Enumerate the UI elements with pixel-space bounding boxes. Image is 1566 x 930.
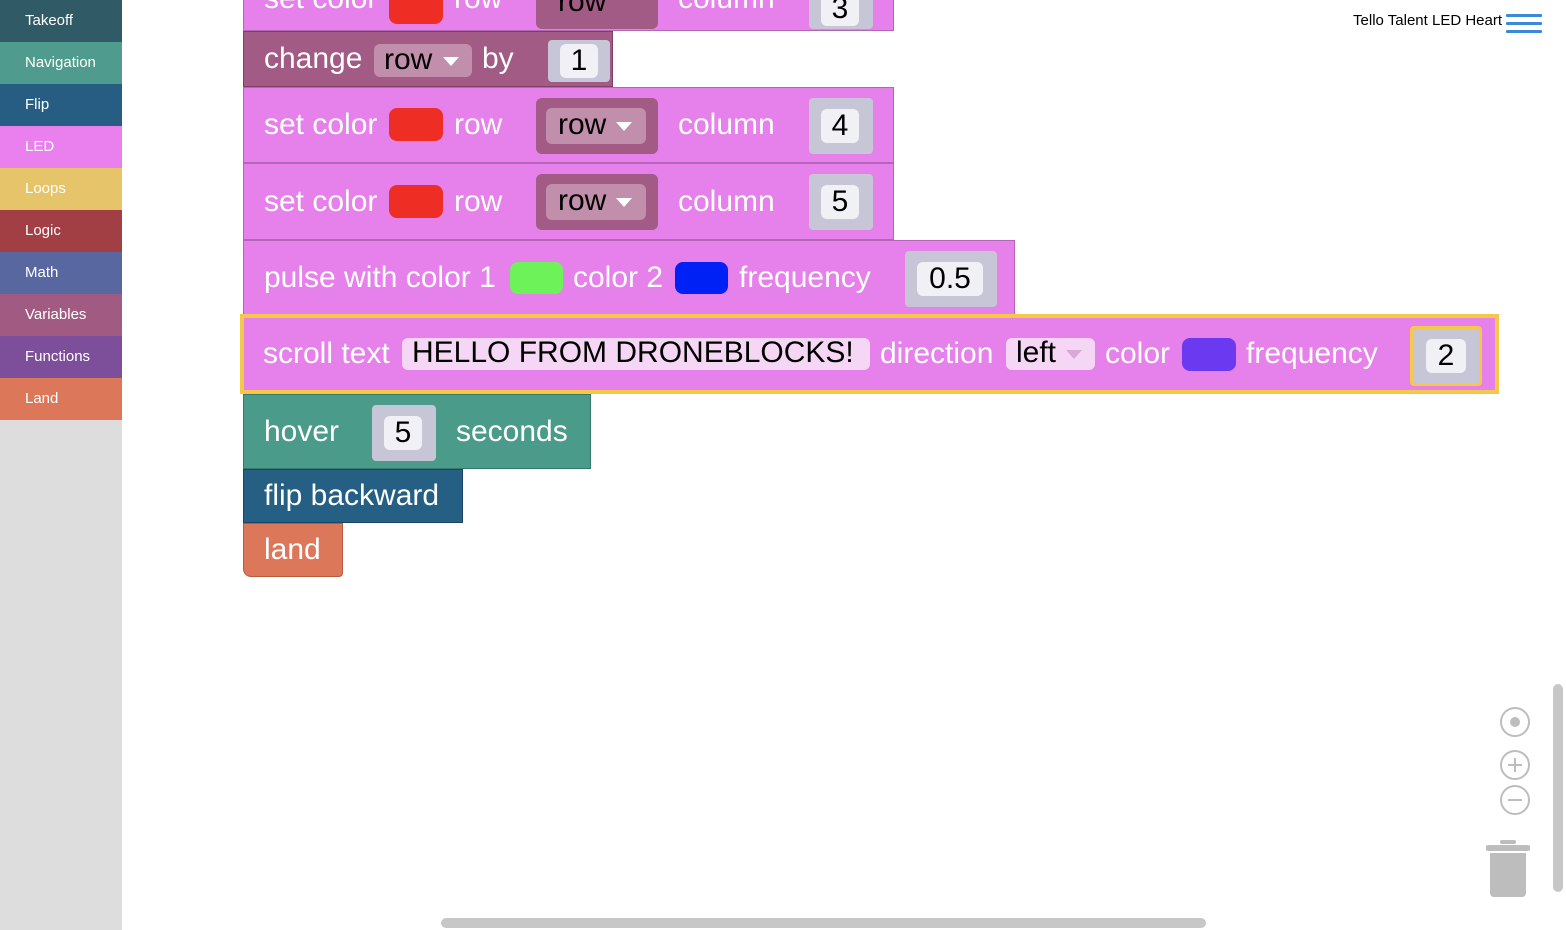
land-label: land xyxy=(264,533,321,566)
row-label: row xyxy=(454,0,502,16)
recenter-icon[interactable] xyxy=(1500,707,1530,737)
color-swatch-red[interactable] xyxy=(389,108,443,141)
color-label: color xyxy=(1105,337,1171,370)
set-color-block-4[interactable]: set color row row column 4 xyxy=(243,87,894,163)
seconds-label: seconds xyxy=(456,414,568,448)
category-takeoff[interactable]: Takeoff xyxy=(0,0,122,42)
color-swatch-red[interactable] xyxy=(389,185,443,218)
category-loops[interactable]: Loops xyxy=(0,168,122,210)
color-swatch-green[interactable] xyxy=(510,262,563,294)
row-variable-value: row xyxy=(558,0,607,18)
zoom-out-icon[interactable] xyxy=(1500,785,1530,815)
scroll-text-block[interactable]: scroll text HELLO FROM DRONEBLOCKS! dire… xyxy=(240,314,1499,394)
hover-block[interactable]: hover 5 seconds xyxy=(243,394,591,469)
variable-name: row xyxy=(384,43,433,76)
row-variable-slot: row xyxy=(536,174,658,230)
scroll-text-input[interactable]: HELLO FROM DRONEBLOCKS! xyxy=(402,336,870,370)
scroll-text-label: scroll text xyxy=(263,337,390,370)
column-label: column xyxy=(678,184,775,218)
dropdown-arrow-icon xyxy=(616,198,632,207)
frequency-label: frequency xyxy=(739,261,871,294)
hover-input-slot: 5 xyxy=(372,405,436,461)
set-color-label: set color xyxy=(264,184,378,218)
project-title: Tello Talent LED Heart xyxy=(1353,12,1502,29)
horizontal-scrollbar[interactable] xyxy=(441,918,1206,928)
column-label: column xyxy=(678,0,775,16)
set-color-label: set color xyxy=(264,0,377,16)
category-sidebar: Takeoff Navigation Flip LED Loops Logic … xyxy=(0,0,122,930)
category-logic[interactable]: Logic xyxy=(0,210,122,252)
frequency-value-field[interactable]: 2 xyxy=(1426,339,1466,373)
column-input-slot: 5 xyxy=(809,174,873,230)
row-variable-dropdown[interactable]: row xyxy=(536,0,658,29)
by-value-field[interactable]: 1 xyxy=(560,44,598,78)
row-variable-value: row xyxy=(558,184,607,217)
direction-label: direction xyxy=(880,337,994,370)
variable-dropdown[interactable]: row xyxy=(374,43,472,77)
set-color-block-5[interactable]: set color row row column 5 xyxy=(243,163,894,240)
category-navigation[interactable]: Navigation xyxy=(0,42,122,84)
row-variable-value: row xyxy=(558,108,607,141)
trash-can-icon[interactable] xyxy=(1486,840,1530,898)
row-label: row xyxy=(454,108,503,141)
category-land[interactable]: Land xyxy=(0,378,122,420)
color-swatch-red[interactable] xyxy=(389,0,443,24)
flip-backward-label: flip backward xyxy=(264,479,440,512)
change-variable-block[interactable]: change row by 1 xyxy=(243,31,613,87)
change-label: change xyxy=(264,42,363,75)
land-block[interactable]: land xyxy=(243,523,343,577)
by-label: by xyxy=(482,42,514,75)
row-variable-dropdown[interactable]: row xyxy=(546,108,646,144)
column-value-field[interactable]: 4 xyxy=(821,109,859,143)
color-swatch-purple[interactable] xyxy=(1182,338,1236,371)
column-label: column xyxy=(678,108,775,141)
row-label: row xyxy=(454,184,503,218)
category-math[interactable]: Math xyxy=(0,252,122,294)
frequency-label: frequency xyxy=(1246,337,1378,370)
pulse-label: pulse with color 1 xyxy=(264,261,496,294)
by-input-slot: 1 xyxy=(548,40,610,82)
category-functions[interactable]: Functions xyxy=(0,336,122,378)
frequency-input-slot: 2 xyxy=(1410,326,1482,386)
column-value-field[interactable]: 3 xyxy=(821,0,859,26)
category-variables[interactable]: Variables xyxy=(0,294,122,336)
row-variable-dropdown[interactable]: row xyxy=(546,184,646,220)
column-input-slot: 3 xyxy=(809,0,873,29)
set-color-label: set color xyxy=(264,108,378,141)
row-variable-slot: row xyxy=(536,98,658,154)
column-input-slot: 4 xyxy=(809,98,873,154)
frequency-input-slot: 0.5 xyxy=(905,251,997,307)
dropdown-arrow-icon xyxy=(616,122,632,131)
hover-label: hover xyxy=(264,414,340,448)
category-led[interactable]: LED xyxy=(0,126,122,168)
direction-dropdown[interactable]: left xyxy=(1006,336,1095,370)
set-color-block-partial[interactable]: set color row row column 3 xyxy=(243,0,894,31)
color2-label: color 2 xyxy=(573,261,664,294)
direction-value: left xyxy=(1016,336,1057,369)
flip-backward-block[interactable]: flip backward xyxy=(243,469,463,523)
dropdown-arrow-icon xyxy=(1066,350,1082,359)
column-value-field[interactable]: 5 xyxy=(821,185,859,219)
zoom-in-icon[interactable] xyxy=(1500,750,1530,780)
dropdown-arrow-icon xyxy=(443,57,459,66)
scroll-text-value: HELLO FROM DRONEBLOCKS! xyxy=(412,336,854,369)
category-flip[interactable]: Flip xyxy=(0,84,122,126)
hamburger-menu-icon[interactable] xyxy=(1506,10,1542,36)
color-swatch-blue[interactable] xyxy=(675,262,728,294)
vertical-scrollbar[interactable] xyxy=(1553,684,1563,892)
hover-value-field[interactable]: 5 xyxy=(384,416,422,450)
pulse-color-block[interactable]: pulse with color 1 color 2 frequency 0.5 xyxy=(243,240,1015,316)
frequency-value-field[interactable]: 0.5 xyxy=(917,262,983,296)
